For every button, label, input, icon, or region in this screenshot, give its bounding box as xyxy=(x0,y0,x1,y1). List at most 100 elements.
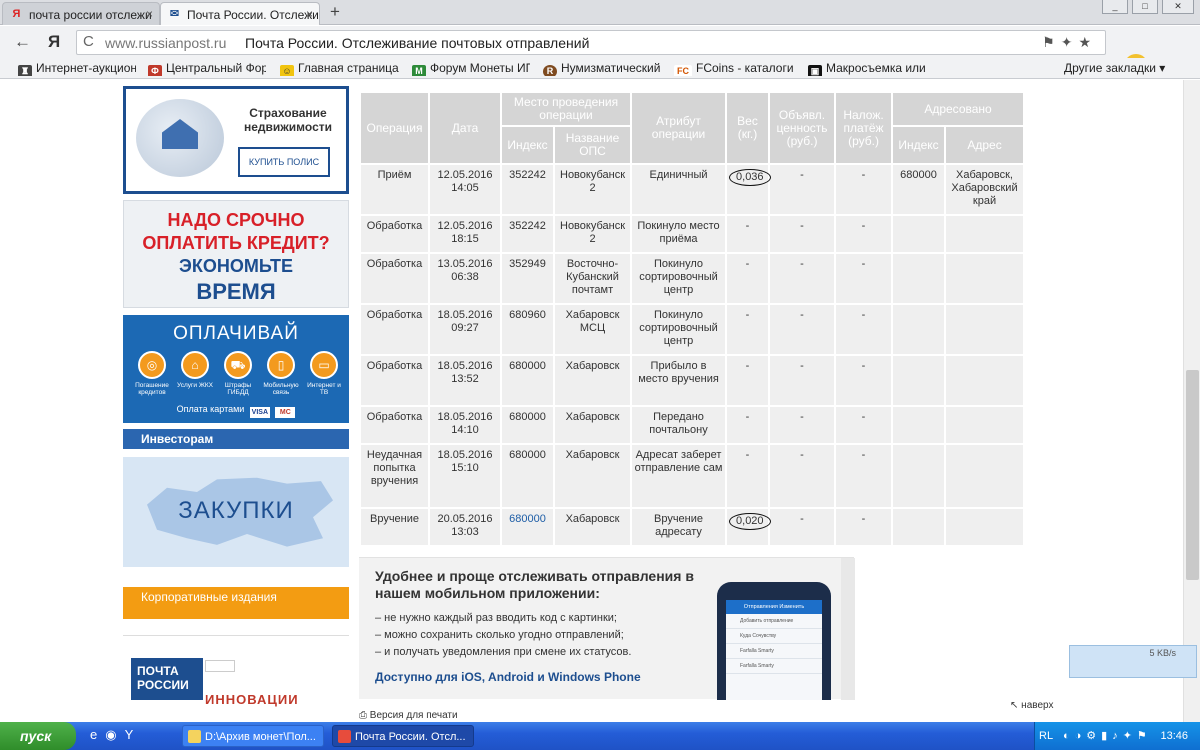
phone-icon: ▯ xyxy=(267,351,295,379)
bookmark-star-icon[interactable]: ⚑✦★ xyxy=(1042,34,1097,51)
taskbar-item-explorer[interactable]: D:\Архив монет\Пол... xyxy=(182,725,324,747)
cell-cod: - xyxy=(834,405,894,445)
tab-close-icon[interactable]: × xyxy=(146,7,153,21)
scroll-top-link[interactable]: ↖ наверх xyxy=(1010,700,1053,711)
col-date: Дата xyxy=(428,91,502,165)
procurement-banner[interactable]: ЗАКУПКИ xyxy=(123,457,349,567)
new-tab-button[interactable]: + xyxy=(326,3,344,21)
cell-index-link[interactable]: 680000 xyxy=(500,507,555,547)
corporate-link[interactable]: Корпоративные издания xyxy=(123,587,349,619)
cell-index: 352949 xyxy=(500,252,555,305)
taskbar-item-browser[interactable]: Почта России. Отсл... xyxy=(332,725,474,747)
mobile-app-promo[interactable]: Удобнее и проще отслеживать отправления … xyxy=(359,557,855,700)
print-version-link[interactable]: ⎙ Версия для печати xyxy=(359,710,458,721)
yandex-home-button[interactable]: Я xyxy=(48,32,60,52)
bookmark-item[interactable]: R Нумизматический xyxy=(543,61,661,76)
quick-launch: e◉Y xyxy=(90,727,141,743)
cell-to-index xyxy=(891,405,947,445)
tab-russian-post[interactable]: ✉ Почта России. Отслежи × xyxy=(160,2,320,25)
cell-ops: Хабаровск xyxy=(552,354,633,407)
other-bookmarks[interactable]: Другие закладки ▾ xyxy=(1064,61,1184,76)
cell-attribute: Покинуло сортировочный центр xyxy=(630,252,728,305)
house-icon xyxy=(136,99,224,177)
col-place: Место проведения операции xyxy=(499,91,633,127)
cell-cod: - xyxy=(834,163,894,216)
promo-platforms: Доступно для iOS, Android и Windows Phon… xyxy=(375,670,641,684)
cell-attribute: Адресат заберет отправление сам xyxy=(630,443,728,509)
bookmark-item[interactable]: M Форум Монеты ИП xyxy=(412,61,530,76)
ie-icon[interactable]: e xyxy=(90,727,105,742)
pay-item[interactable]: ⛟ Штрафы ГИБДД xyxy=(219,351,257,396)
close-window-button[interactable]: ✕ xyxy=(1162,0,1194,14)
cell-declared: - xyxy=(768,507,837,547)
cell-declared: - xyxy=(768,252,837,305)
credit-line: НАДО СРОЧНО xyxy=(167,210,305,230)
visa-icon: VISA xyxy=(249,407,270,418)
table-row: Обработка 13.05.2016 06:38 352949 Восточ… xyxy=(359,252,1026,305)
promo-item: – можно сохранить сколько угодно отправл… xyxy=(375,629,624,641)
phone-row: Farfalla Smarty xyxy=(726,644,822,659)
cell-attribute: Прибыло в место вручения xyxy=(630,354,728,407)
tab-yandex-search[interactable]: Я почта россии отслежи × xyxy=(2,2,160,25)
cell-date: 18.05.2016 09:27 xyxy=(428,303,502,356)
bookmark-item[interactable]: ♜ Интернет-аукцион xyxy=(18,61,136,76)
fcoins-icon: FC xyxy=(674,65,692,76)
printer-icon: ⎙ xyxy=(359,710,370,721)
chrome-icon[interactable]: ◉ xyxy=(105,727,124,742)
address-field[interactable]: C www.russianpost.ru Почта России. Отсле… xyxy=(76,30,1106,55)
url-page-title: Почта России. Отслеживание почтовых отпр… xyxy=(245,35,590,51)
insurance-banner[interactable]: Страхование недвижимости КУПИТЬ ПОЛИС xyxy=(123,86,349,194)
pay-item[interactable]: ⌂ Услуги ЖКХ xyxy=(176,351,214,396)
network-speed: 5 KB/s xyxy=(1149,648,1176,658)
language-indicator[interactable]: RL xyxy=(1039,722,1053,750)
cell-ops: Хабаровск МСЦ xyxy=(552,303,633,356)
tray-icons[interactable]: ◐◑⚙▮♪✦⚑ xyxy=(1063,722,1152,750)
innovations-banner[interactable]: ПОЧТА РОССИИ ИННОВАЦИИ xyxy=(123,635,349,722)
taskbar: пуск e◉Y D:\Архив монет\Пол... Почта Рос… xyxy=(0,722,1200,750)
bookmark-item[interactable]: Ф Центральный Фор xyxy=(148,61,266,76)
credit-banner[interactable]: НАДО СРОЧНО ОПЛАТИТЬ КРЕДИТ? ЭКОНОМЬТЕ В… xyxy=(123,200,349,308)
bookmark-item[interactable]: ☺ Главная страница xyxy=(280,61,400,76)
cell-date: 12.05.2016 18:15 xyxy=(428,214,502,254)
bookmark-item[interactable]: FC FCoins - каталоги xyxy=(674,61,794,76)
start-button[interactable]: пуск xyxy=(0,722,76,750)
page-content: Страхование недвижимости КУПИТЬ ПОЛИС НА… xyxy=(0,80,1200,722)
address-toolbar: ← Я C www.russianpost.ru Почта России. О… xyxy=(0,26,1200,78)
table-row: Обработка 18.05.2016 09:27 680960 Хабаро… xyxy=(359,303,1026,356)
cell-attribute: Покинуло сортировочный центр xyxy=(630,303,728,356)
maximize-button[interactable]: □ xyxy=(1132,0,1158,14)
auction-icon: ♜ xyxy=(18,65,32,76)
tab-close-icon[interactable]: × xyxy=(306,7,313,21)
investors-link[interactable]: Инвесторам xyxy=(123,429,349,449)
tracking-table: Операция Дата Место проведения операции … xyxy=(359,91,1026,547)
cell-attribute: Вручение адресату xyxy=(630,507,728,547)
pay-banner[interactable]: ОПЛАЧИВАЙ ◎ Погашение кредитов ⌂ Услуги ЖК… xyxy=(123,315,349,423)
col-weight: Вес (кг.) xyxy=(725,91,771,165)
yandex-icon: Я xyxy=(12,8,21,20)
reload-icon[interactable]: C xyxy=(83,33,94,50)
insurance-title: Страхование недвижимости xyxy=(244,106,332,134)
col-declared: Объявл. ценность (руб.) xyxy=(768,91,837,165)
numismatic-icon: R xyxy=(543,65,557,76)
clock[interactable]: 13:46 xyxy=(1160,722,1188,750)
camera-icon: ▣ xyxy=(808,65,822,76)
scrollbar-thumb[interactable] xyxy=(1186,370,1199,580)
buy-policy-button[interactable]: КУПИТЬ ПОЛИС xyxy=(238,147,330,177)
back-button[interactable]: ← xyxy=(14,32,31,52)
pay-item[interactable]: ◎ Погашение кредитов xyxy=(133,351,171,396)
minimize-button[interactable]: _ xyxy=(1102,0,1128,14)
cell-weight: - xyxy=(725,214,771,254)
bookmarks-bar: ♜ Интернет-аукцион Ф Центральный Фор ☺ Глав… xyxy=(0,58,1200,79)
yandex-browser-icon[interactable]: Y xyxy=(125,727,142,742)
cell-operation: Обработка xyxy=(359,252,430,305)
promo-edge xyxy=(841,558,855,700)
promo-heading: Удобнее и проще отслеживать отправления … xyxy=(375,568,694,601)
cell-cod: - xyxy=(834,214,894,254)
cell-index: 680000 xyxy=(500,405,555,445)
vertical-scrollbar[interactable] xyxy=(1183,80,1200,722)
pay-item[interactable]: ▯ Мобильную связь xyxy=(262,351,300,396)
col-cod: Налож. платёж (руб.) xyxy=(834,91,894,165)
bookmark-item[interactable]: ▣ Макросъемка или xyxy=(808,61,926,76)
pay-item[interactable]: ▭ Интернет и ТВ xyxy=(305,351,343,396)
cell-operation: Вручение xyxy=(359,507,430,547)
